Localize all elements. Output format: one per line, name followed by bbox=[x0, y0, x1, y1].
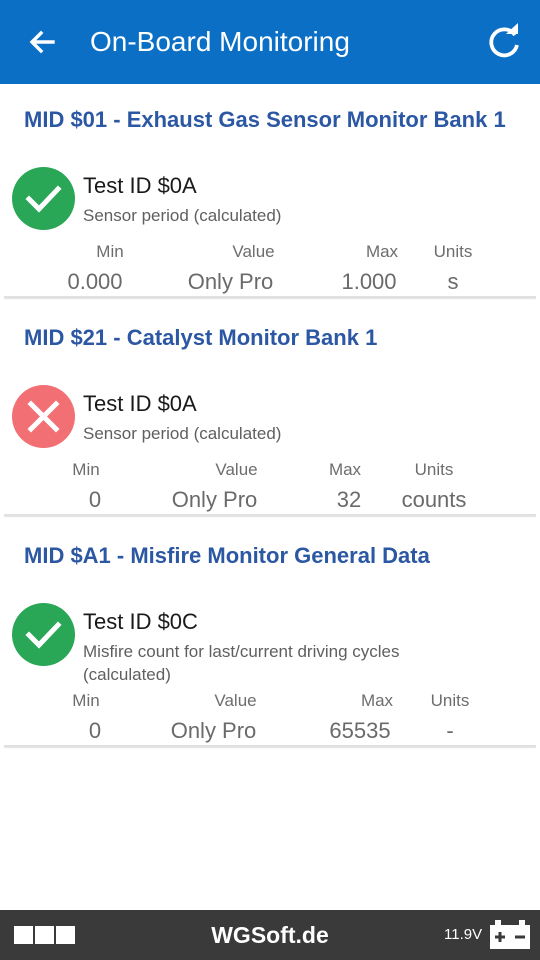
voltage-readout: 11.9V bbox=[444, 926, 483, 943]
square bbox=[14, 926, 33, 944]
test-description: Misfire count for last/current driving c… bbox=[83, 642, 400, 684]
square bbox=[35, 926, 54, 944]
units-header: Units bbox=[433, 242, 473, 261]
refresh-icon[interactable] bbox=[484, 22, 524, 62]
value-header: Value bbox=[214, 691, 257, 710]
page-title: On-Board Monitoring bbox=[90, 26, 350, 57]
divider bbox=[4, 514, 536, 516]
monitor-card[interactable]: MID $A1 - Misfire Monitor General Data T… bbox=[0, 540, 540, 750]
check-icon bbox=[12, 167, 75, 230]
value-header: Value bbox=[232, 242, 275, 261]
max-value: 65535 bbox=[329, 718, 391, 743]
min-value: 0 bbox=[88, 718, 102, 743]
min-value: 0 bbox=[88, 487, 102, 512]
monitor-card[interactable]: MID $01 - Exhaust Gas Sensor Monitor Ban… bbox=[0, 104, 540, 300]
close-icon bbox=[12, 385, 75, 448]
mid-title: MID $21 - Catalyst Monitor Bank 1 bbox=[24, 325, 378, 350]
square bbox=[56, 926, 75, 944]
app-bar: On-Board Monitoring bbox=[0, 0, 540, 84]
min-header: Min bbox=[96, 242, 124, 261]
min-value: 0.000 bbox=[67, 269, 123, 294]
test-description: Sensor period (calculated) bbox=[83, 424, 282, 443]
value-value: Only Pro bbox=[170, 718, 257, 743]
check-icon bbox=[12, 603, 75, 666]
units-value: counts bbox=[401, 487, 467, 512]
min-header: Min bbox=[72, 691, 100, 710]
units-header: Units bbox=[414, 460, 454, 479]
arrow-left-icon[interactable] bbox=[24, 24, 60, 60]
test-description: Sensor period (calculated) bbox=[83, 206, 282, 225]
brand-label: WGSoft.de bbox=[211, 922, 329, 948]
units-value: s bbox=[447, 269, 459, 294]
units-value: - bbox=[446, 718, 454, 743]
units-header: Units bbox=[430, 691, 470, 710]
mid-title: MID $01 - Exhaust Gas Sensor Monitor Ban… bbox=[24, 107, 506, 132]
bottom-bar: WGSoft.de 11.9V bbox=[0, 910, 540, 960]
divider bbox=[4, 745, 536, 747]
mid-title: MID $A1 - Misfire Monitor General Data bbox=[24, 543, 430, 568]
monitor-card[interactable]: MID $21 - Catalyst Monitor Bank 1 Test I… bbox=[0, 322, 540, 518]
max-value: 1.000 bbox=[341, 269, 397, 294]
value-value: Only Pro bbox=[187, 269, 274, 294]
min-header: Min bbox=[72, 460, 100, 479]
test-id: Test ID $0C bbox=[83, 609, 198, 634]
test-id: Test ID $0A bbox=[83, 391, 197, 416]
divider bbox=[4, 296, 536, 298]
max-header: Max bbox=[328, 460, 362, 479]
value-header: Value bbox=[215, 460, 258, 479]
test-id: Test ID $0A bbox=[83, 173, 197, 198]
three-squares-icon[interactable] bbox=[14, 926, 77, 944]
value-value: Only Pro bbox=[171, 487, 258, 512]
battery-icon bbox=[489, 920, 531, 950]
